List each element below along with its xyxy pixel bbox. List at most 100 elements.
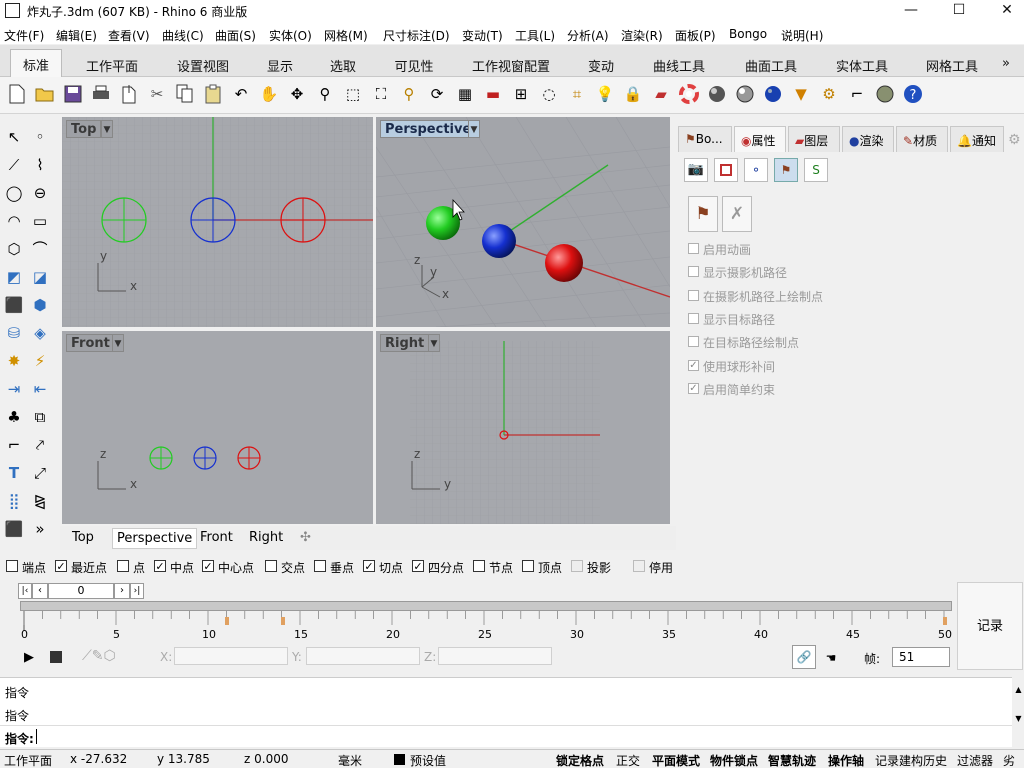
viewport-perspective[interactable]: z y x Perspective ▼ (376, 117, 670, 327)
status-gumball-button[interactable]: 操作轴 (828, 752, 864, 768)
path-icon[interactable]: S (804, 158, 828, 182)
viewport-top-dropdown-icon[interactable]: ▼ (101, 120, 113, 138)
menu-panels[interactable]: 面板(P) (675, 27, 716, 44)
vp-tab-right[interactable]: Right (249, 530, 283, 545)
snap-near-checkbox[interactable]: ✓ (55, 560, 67, 572)
menu-help[interactable]: 说明(H) (781, 27, 823, 44)
material-icon[interactable]: ⚬ (744, 158, 768, 182)
status-filter-button[interactable]: 过滤器 (957, 752, 993, 768)
print-icon[interactable] (90, 83, 112, 105)
option-show-camera-path-checkbox[interactable] (688, 266, 699, 277)
copy-tool-icon[interactable]: ⇤ (28, 377, 52, 401)
coord-y-input[interactable] (306, 647, 420, 665)
keyframe-marker[interactable] (281, 617, 285, 625)
menu-view[interactable]: 查看(V) (108, 27, 150, 44)
circle-tool-icon[interactable]: ◯ (2, 181, 26, 205)
go-last-frame-button[interactable]: ›| (130, 583, 144, 599)
tab-set-view[interactable]: 设置视图 (164, 51, 242, 77)
rotate-view-icon[interactable]: ⟳ (426, 83, 448, 105)
circle-icon[interactable]: ◌ (538, 83, 560, 105)
tab-surface-tools[interactable]: 曲面工具 (732, 51, 810, 77)
tab-visibility[interactable]: 可见性 (382, 51, 446, 77)
status-history-button[interactable]: 记录建构历史 (875, 752, 947, 768)
boolean-tool-icon[interactable]: ⬢ (28, 293, 52, 317)
extrude-surface-icon[interactable]: ◪ (28, 265, 52, 289)
coord-z-input[interactable] (438, 647, 552, 665)
viewport-layout-icon[interactable]: ▦ (454, 83, 476, 105)
enable-animation-icon[interactable]: ⚑ (688, 196, 718, 232)
globe-icon[interactable] (874, 83, 896, 105)
maximize-button[interactable]: ☐ (936, 0, 982, 22)
zoom-selected-icon[interactable]: ⚲ (398, 83, 420, 105)
save-icon[interactable] (62, 83, 84, 105)
panel-tab-layers[interactable]: ▰图层 (788, 126, 840, 152)
frame-input[interactable]: 51 (892, 647, 950, 667)
zoom-extents-icon[interactable]: ⛶ (370, 83, 392, 105)
menu-solid[interactable]: 实体(O) (269, 27, 312, 44)
cut-icon[interactable]: ✂ (146, 83, 168, 105)
group-tool-icon[interactable]: ♣ (2, 405, 26, 429)
tab-standard[interactable]: 标准 (10, 49, 62, 77)
viewport-top-label[interactable]: Top (66, 120, 102, 138)
keyframe-tools-icon[interactable]: ⟋✎⬡ (82, 648, 116, 664)
tab-curve-tools[interactable]: 曲线工具 (640, 51, 718, 77)
polygon-tool-icon[interactable]: ⬡ (2, 237, 26, 261)
tab-cplanes[interactable]: 工作平面 (74, 51, 150, 77)
undo-icon[interactable]: ↶ (230, 83, 252, 105)
mesh-tool-icon[interactable]: ◈ (28, 321, 52, 345)
current-frame-field[interactable]: 0 (48, 583, 114, 599)
snap-disable-checkbox[interactable] (633, 560, 645, 572)
close-button[interactable]: ✕ (984, 0, 1024, 22)
panel-tab-notifications[interactable]: 🔔通知 (950, 126, 1004, 152)
stop-icon[interactable] (50, 651, 62, 663)
minimize-button[interactable]: — (888, 0, 934, 22)
menu-surface[interactable]: 曲面(S) (215, 27, 256, 44)
tab-mesh-tools[interactable]: 网格工具 (914, 51, 990, 77)
zoom-window-icon[interactable]: ⬚ (342, 83, 364, 105)
explode-tool-icon[interactable]: ✸ (2, 349, 26, 373)
align-tool-icon[interactable]: ⧉ (28, 405, 52, 429)
menu-bongo[interactable]: Bongo (729, 27, 767, 41)
status-overflow-button[interactable]: 劣 (1003, 752, 1015, 768)
arc-tool-icon[interactable]: ◠ (2, 209, 26, 233)
status-units[interactable]: 毫米 (338, 752, 362, 768)
persp-blue-sphere[interactable] (482, 224, 516, 258)
book-icon[interactable]: ▰ (650, 83, 672, 105)
mirror-tool-icon[interactable]: ⧎ (28, 489, 52, 513)
panel-tab-render[interactable]: ●渲染 (842, 126, 894, 152)
menu-file[interactable]: 文件(F) (4, 27, 44, 44)
help-icon[interactable]: ? (902, 83, 924, 105)
coord-x-input[interactable] (174, 647, 288, 665)
copy-icon[interactable] (174, 83, 196, 105)
snap-point-checkbox[interactable] (117, 560, 129, 572)
tab-select[interactable]: 选取 (318, 51, 368, 77)
scale-tool-icon[interactable]: ⤢ (28, 461, 52, 485)
snap-perp-checkbox[interactable] (314, 560, 326, 572)
option-draw-camera-points-checkbox[interactable] (688, 290, 699, 301)
display-icon[interactable] (714, 158, 738, 182)
gear-icon[interactable]: ⚙ (818, 83, 840, 105)
curve-icon[interactable]: ⌇ (28, 153, 52, 177)
tab-viewport-layout[interactable]: 工作视窗配置 (460, 51, 562, 77)
status-planar-button[interactable]: 平面模式 (652, 752, 700, 768)
timeline-scrollbar[interactable] (20, 601, 952, 611)
tab-transform[interactable]: 变动 (576, 51, 626, 77)
point-edit-icon[interactable]: ⌗ (566, 83, 588, 105)
box-tool-icon[interactable]: ⬛ (2, 293, 26, 317)
viewport-right-dropdown-icon[interactable]: ▼ (428, 334, 440, 352)
array-tool-icon[interactable]: ⣿ (2, 489, 26, 513)
snap-vertex-checkbox[interactable] (522, 560, 534, 572)
menu-dimension[interactable]: 尺寸标注(D) (383, 27, 450, 44)
status-layer[interactable]: 预设值 (410, 752, 446, 768)
viewport-right-label[interactable]: Right (380, 334, 430, 352)
move-tool-icon[interactable]: ⇥ (2, 377, 26, 401)
lock-icon[interactable]: 🔒 (622, 83, 644, 105)
menu-edit[interactable]: 编辑(E) (56, 27, 97, 44)
panel-gear-icon[interactable]: ⚙ (1008, 132, 1021, 148)
status-ortho-button[interactable]: 正交 (616, 752, 640, 768)
grid-icon[interactable]: ⊞ (510, 83, 532, 105)
new-icon[interactable] (6, 83, 28, 105)
vp-tab-front[interactable]: Front (200, 530, 233, 545)
bongo-hand-icon[interactable]: ☚ (820, 647, 842, 669)
panel-tab-materials[interactable]: ✎材质 (896, 126, 948, 152)
